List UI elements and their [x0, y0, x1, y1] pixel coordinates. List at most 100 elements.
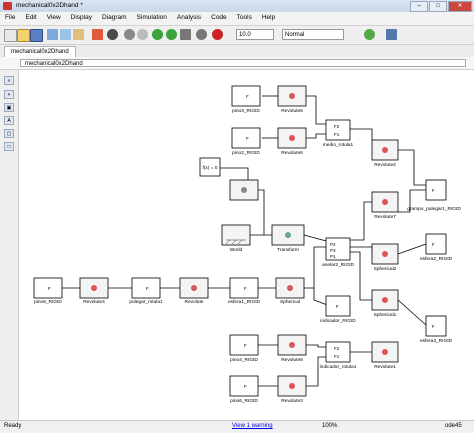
label-pino6: pino6_RIGID: [230, 398, 258, 404]
svg-text:F1: F1: [334, 132, 340, 137]
menu-bar: File Edit View Display Diagram Simulatio…: [0, 12, 474, 26]
step-forward-icon[interactable]: [166, 29, 177, 40]
step-back-icon[interactable]: [124, 29, 135, 40]
label-revolute6: Revolute6: [281, 150, 303, 156]
label-constant: f(x) = 0: [202, 165, 217, 171]
fit-view-icon[interactable]: ▣: [4, 103, 14, 112]
palette: « + ▣ A ▢ □: [0, 70, 19, 420]
svg-text:F: F: [432, 188, 435, 193]
svg-text:F2: F2: [334, 346, 340, 351]
hide-browser-icon[interactable]: «: [4, 76, 14, 85]
model-breadcrumb[interactable]: mechanical0x2Dhand: [20, 59, 466, 67]
model-advisor-icon[interactable]: [364, 29, 375, 40]
app-icon: [3, 2, 12, 10]
label-esfera2: esfera2_RIGID: [420, 256, 453, 262]
label-indicador: indicador_rotula1: [320, 364, 357, 370]
tab-model[interactable]: mechanical0x2Dhand: [4, 46, 76, 57]
label-revolute: Revolute: [185, 299, 204, 305]
open-icon[interactable]: [17, 29, 30, 42]
close-button[interactable]: ✕: [448, 1, 472, 12]
label-revolute7: Revolute7: [374, 214, 396, 220]
svg-text:F: F: [48, 286, 51, 291]
menu-help[interactable]: Help: [257, 12, 280, 25]
svg-text:P2: P2: [330, 242, 336, 247]
stop-time-field[interactable]: 10.0: [236, 29, 274, 40]
label-indicador-rigid: indicador_RIGID: [320, 318, 356, 324]
address-bar: mechanical0x2Dhand: [0, 57, 474, 70]
model-canvas[interactable]: FF FF FF FF FF F F2 F1 P2 P3 P1 F2 F1 pi…: [19, 70, 474, 420]
label-esfera1: esfera1_RIGID: [228, 299, 261, 305]
svg-text:F: F: [432, 242, 435, 247]
image-icon[interactable]: ▢: [4, 129, 14, 138]
menu-edit[interactable]: Edit: [20, 12, 41, 25]
svg-text:P3: P3: [330, 248, 336, 253]
label-transform: Transform: [277, 247, 299, 253]
library-browser-icon[interactable]: [92, 29, 103, 40]
tab-row: mechanical0x2Dhand: [0, 45, 474, 57]
svg-text:F2: F2: [334, 124, 340, 129]
save-icon[interactable]: [30, 29, 43, 42]
menu-simulation[interactable]: Simulation: [132, 12, 172, 25]
warning-link[interactable]: View 1 warning: [232, 423, 273, 429]
svg-text:F: F: [146, 286, 149, 291]
label-pino3: pino3_RIGID: [232, 108, 260, 114]
new-icon[interactable]: [4, 29, 17, 42]
window-title: mechanical0x2Dhand *: [16, 2, 83, 9]
menu-display[interactable]: Display: [66, 12, 97, 25]
svg-text:P1: P1: [330, 254, 336, 259]
menu-file[interactable]: File: [0, 12, 20, 25]
model-explorer-icon[interactable]: [107, 29, 118, 40]
run-icon[interactable]: [152, 29, 163, 40]
window-controls: – □ ✕: [410, 1, 472, 12]
label-spherical2: Spherical2: [374, 266, 397, 272]
menu-code[interactable]: Code: [206, 12, 232, 25]
label-pino5: pino5_RIGID: [34, 299, 62, 305]
menu-diagram[interactable]: Diagram: [97, 12, 132, 25]
breakpoint-icon[interactable]: [212, 29, 223, 40]
settings-icon[interactable]: [386, 29, 397, 40]
svg-text:F: F: [246, 94, 249, 99]
indicador-rotula-block[interactable]: [325, 341, 351, 363]
menu-tools[interactable]: Tools: [232, 12, 257, 25]
paste-icon[interactable]: [73, 29, 84, 40]
svg-text:F: F: [246, 136, 249, 141]
menu-analysis[interactable]: Analysis: [172, 12, 206, 25]
label-spherical1: Spherical1: [374, 312, 397, 318]
label-medio: medio_rotula1: [323, 142, 354, 148]
status-bar: Ready View 1 warning 100% ode45: [0, 420, 474, 433]
svg-text:F: F: [432, 324, 435, 329]
label-revolute4: Revolute4: [83, 299, 105, 305]
world-block[interactable]: [221, 224, 251, 246]
stop-icon[interactable]: [180, 29, 191, 40]
minimize-button[interactable]: –: [410, 1, 428, 12]
label-revolute3: Revolute3: [281, 398, 303, 404]
area-icon[interactable]: □: [4, 142, 14, 151]
simulation-mode-select[interactable]: Normal: [282, 29, 344, 40]
svg-text:F: F: [244, 286, 247, 291]
menu-view[interactable]: View: [42, 12, 66, 25]
annotation-icon[interactable]: A: [4, 116, 14, 125]
zoom-in-icon[interactable]: +: [4, 90, 14, 99]
medio-rotula-block[interactable]: [325, 119, 351, 141]
block-diagram: FF FF FF FF FF F F2F1 P2P3P1 F2F1 pino3_…: [33, 85, 461, 404]
label-revolute2: Revolute2: [374, 162, 396, 168]
cut-icon[interactable]: [47, 29, 58, 40]
step-back-alt-icon[interactable]: [137, 29, 148, 40]
solver-name: ode45: [445, 423, 462, 429]
label-spherical: Spherical: [280, 299, 300, 305]
svg-text:F: F: [244, 343, 247, 348]
record-icon[interactable]: [196, 29, 207, 40]
label-grampo: grampo_polegar1_RIGID: [407, 206, 461, 212]
zoom-level: 100%: [322, 423, 338, 429]
grampo-block[interactable]: [425, 179, 447, 201]
label-esfera3: esfera3_RIGID: [420, 338, 453, 344]
esfera2-block[interactable]: [425, 233, 447, 255]
label-polegar: polegar_rotula1: [129, 299, 163, 305]
label-revolute8: Revolute8: [281, 357, 303, 363]
copy-icon[interactable]: [60, 29, 71, 40]
esfera3-block[interactable]: [425, 315, 447, 337]
maximize-button[interactable]: □: [429, 1, 447, 12]
label-pino4: pino4_RIGID: [230, 357, 258, 363]
status-text: Ready: [4, 423, 22, 429]
label-anelar: anelar2_RIGID: [322, 262, 355, 268]
